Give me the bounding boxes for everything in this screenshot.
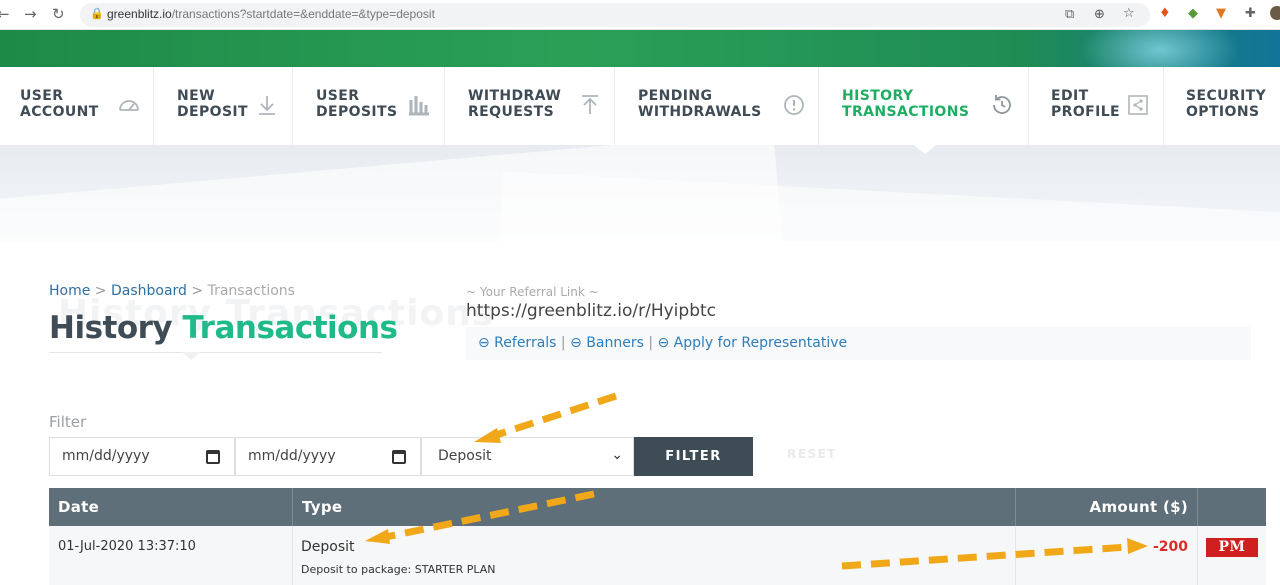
chevron-down-icon: ⌄ [611,447,623,463]
nav-label: EDIT PROFILE [1051,88,1120,120]
address-bar[interactable]: 🔒 greenblitz.io/transactions?startdate=&… [80,3,1150,27]
annotation-arrow-line [491,392,618,440]
banners-link[interactable]: ⊖ Banners [570,335,644,351]
nav-withdraw-requests[interactable]: WITHDRAW REQUESTS [445,67,615,145]
upload-arrow-icon [582,95,598,114]
nav-edit-profile[interactable]: EDIT PROFILE [1029,67,1164,145]
type-select[interactable]: Deposit ⌄ [421,437,634,476]
cell-payment: PM [1198,526,1266,585]
column-header-payment [1198,488,1266,526]
calendar-icon[interactable] [206,450,220,464]
referral-link[interactable]: https://greenblitz.io/r/Hyipbtc [466,301,716,321]
filter-label: Filter [49,413,87,431]
nav-user-account[interactable]: USER ACCOUNT [0,67,154,145]
fire-extension-icon[interactable]: ♦ [1159,5,1171,23]
download-arrow-icon [259,96,275,115]
nav-label: HISTORY TRANSACTIONS [842,88,970,120]
start-date-input[interactable]: mm/dd/yyyy [49,437,235,476]
column-header-amount: Amount ($) [1016,488,1198,526]
bookmark-star-icon[interactable]: ☆ [1123,5,1135,23]
bar-chart-icon [409,96,429,116]
nav-user-deposits[interactable]: USER DEPOSITS [293,67,445,145]
active-nav-caret [914,145,936,154]
metamask-fox-icon[interactable]: ▼ [1216,5,1226,23]
nav-label: USER ACCOUNT [20,88,99,120]
nav-label: USER DEPOSITS [316,88,398,120]
transaction-detail: Deposit to package: STARTER PLAN [301,563,496,576]
end-date-input[interactable]: mm/dd/yyyy [235,437,421,476]
speedometer-icon [119,100,139,111]
column-header-date: Date [49,488,293,526]
column-header-type: Type [293,488,1016,526]
zoom-icon[interactable]: ⊕ [1094,6,1105,24]
nav-label: PENDING WITHDRAWALS [638,88,762,120]
main-nav: USER ACCOUNT NEW DEPOSIT USER DEPOSITS WITH… [0,67,1280,145]
puzzle-extensions-icon[interactable]: ✚ [1245,5,1256,23]
nav-security-options[interactable]: SECURITY OPTIONS [1164,67,1280,145]
nav-history-transactions[interactable]: HISTORY TRANSACTIONS [819,67,1029,145]
cell-date: 01-Jul-2020 13:37:10 [49,526,293,585]
title-caret [182,352,200,360]
reload-icon[interactable]: ↻ [52,4,65,24]
hero-band [0,145,1280,241]
referrals-link[interactable]: ⊖ Referrals [478,335,556,351]
translate-icon[interactable]: ⧉ [1065,6,1074,24]
nav-label: WITHDRAW REQUESTS [468,88,562,120]
lock-icon: 🔒 [90,7,104,20]
nav-pending-withdrawals[interactable]: PENDING WITHDRAWALS [615,67,819,145]
filter-button[interactable]: FILTER [634,437,753,476]
profile-avatar-icon[interactable] [1270,6,1280,20]
table-header: Date Type Amount ($) [49,488,1266,526]
table-row: 01-Jul-2020 13:37:10 Deposit Deposit to … [49,526,1266,585]
referral-links-bar: ⊖ Referrals | ⊖ Banners | ⊖ Apply for Re… [466,327,1251,360]
url-text: greenblitz.io/transactions?startdate=&en… [107,7,435,21]
cell-type: Deposit Deposit to package: STARTER PLAN [293,526,1016,585]
apply-representative-link[interactable]: ⊖ Apply for Representative [658,335,848,351]
nav-label: NEW DEPOSIT [177,88,248,120]
page-title: History Transactions [49,310,398,346]
forward-icon[interactable]: → [24,4,37,24]
cell-amount: -200 [1016,526,1198,585]
history-clock-icon [993,95,1011,114]
title-underline [49,352,382,353]
perfect-money-logo: PM [1206,538,1258,557]
site-banner [0,30,1280,67]
share-icon [1128,95,1148,115]
transaction-type: Deposit [301,539,355,555]
reset-button[interactable]: RESET [787,447,837,461]
back-icon[interactable]: ← [0,4,10,24]
browser-toolbar: ← → ↻ 🔒 greenblitz.io/transactions?start… [0,0,1280,30]
calendar-icon[interactable] [392,450,406,464]
nav-new-deposit[interactable]: NEW DEPOSIT [154,67,293,145]
alert-circle-icon [784,95,804,115]
referral-label: ~ Your Referral Link ~ [466,285,599,299]
gem-extension-icon[interactable]: ◆ [1188,5,1198,23]
nav-label: SECURITY OPTIONS [1186,88,1267,120]
